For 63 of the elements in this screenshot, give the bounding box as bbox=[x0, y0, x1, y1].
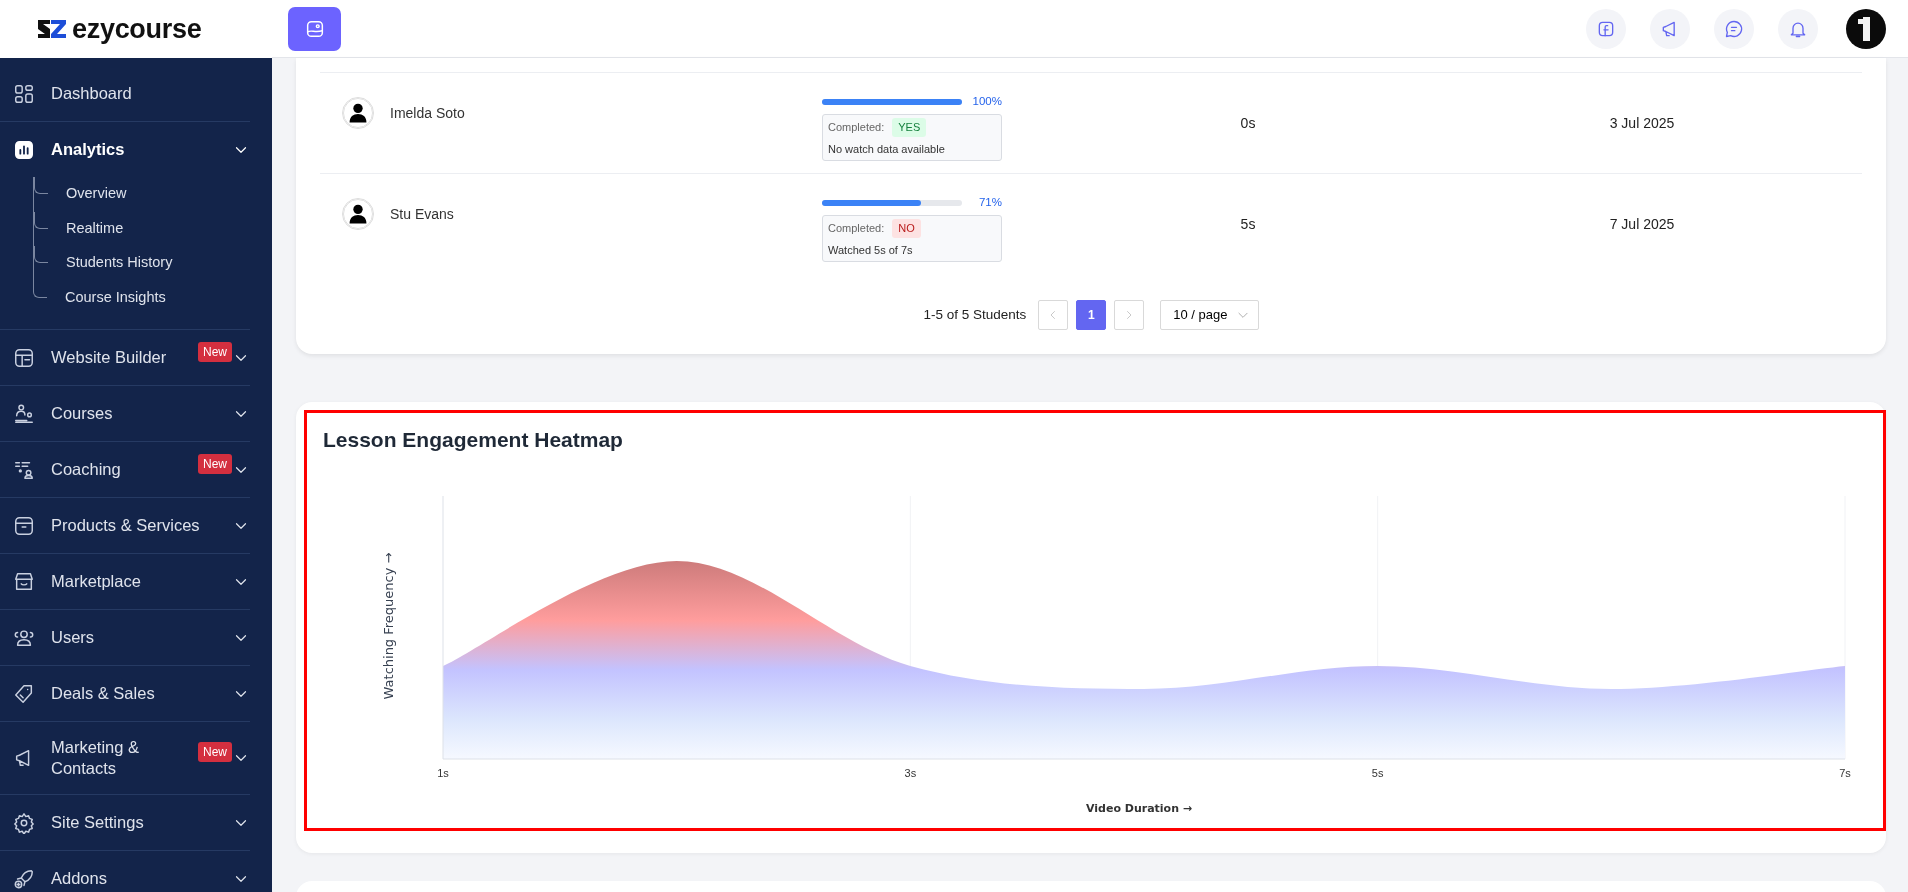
progress-percent: 100% bbox=[972, 94, 1002, 109]
sidebar-item[interactable]: Deals & Sales bbox=[13, 666, 250, 721]
submenu-item[interactable]: Students History bbox=[33, 246, 250, 281]
gear-icon bbox=[13, 811, 35, 834]
logo-icon bbox=[36, 18, 68, 40]
new-badge: New bbox=[198, 453, 232, 474]
page-button[interactable]: 1 bbox=[1076, 300, 1107, 330]
watch-time: 5s bbox=[1240, 216, 1256, 232]
tag-icon bbox=[13, 682, 35, 705]
store-icon bbox=[13, 570, 35, 593]
sidebar-item[interactable]: Dashboard bbox=[13, 66, 250, 121]
image-button[interactable] bbox=[288, 6, 341, 51]
axis-title: Watching Frequency → bbox=[381, 552, 396, 700]
sidebar-item[interactable]: Marketing & Contacts New bbox=[13, 722, 250, 794]
announcement-button[interactable] bbox=[1650, 8, 1690, 49]
grid-icon bbox=[13, 82, 35, 105]
sidebar-item[interactable]: Coaching New bbox=[13, 442, 250, 497]
sidebar-item[interactable]: Users bbox=[13, 610, 250, 665]
facebook-button[interactable] bbox=[1586, 8, 1626, 49]
tick-label: 5s bbox=[1371, 767, 1384, 780]
completed-label: Completed: bbox=[828, 120, 885, 136]
pagination-summary: 1-5 of 5 Students bbox=[923, 305, 1027, 324]
submenu-item[interactable]: Course Insights bbox=[33, 280, 250, 315]
sidebar-item[interactable]: Courses bbox=[13, 386, 250, 441]
enrolled-date: 3 Jul 2025 bbox=[1609, 115, 1675, 131]
person-desk-icon bbox=[13, 402, 35, 425]
chat-icon bbox=[1724, 18, 1744, 39]
watch-note: No watch data available bbox=[828, 141, 946, 157]
tick-label: 3s bbox=[904, 767, 917, 780]
axis-title: Video Duration → bbox=[1085, 802, 1193, 816]
chat-button[interactable] bbox=[1714, 8, 1754, 49]
card-title: Lesson Engagement Heatmap bbox=[323, 427, 624, 453]
layout-icon bbox=[13, 346, 35, 369]
sidebar-item[interactable]: Website Builder New bbox=[13, 330, 250, 385]
page-size-select[interactable]: 10 / page bbox=[1160, 300, 1259, 330]
new-badge: New bbox=[198, 341, 232, 362]
watch-time: 0s bbox=[1240, 115, 1256, 131]
tick-label: 7s bbox=[1839, 767, 1851, 780]
enrolled-date: 7 Jul 2025 bbox=[1609, 216, 1675, 232]
status-badge: YES bbox=[892, 118, 927, 137]
box-icon bbox=[13, 514, 35, 537]
watch-note: Watched 5s of 7s bbox=[828, 242, 914, 258]
sidebar-item[interactable]: Analytics bbox=[13, 122, 250, 177]
status-badge: NO bbox=[892, 219, 921, 238]
progress-percent: 71% bbox=[978, 195, 1002, 210]
submenu-item[interactable]: Realtime bbox=[33, 211, 250, 246]
logo-text: ezycourse bbox=[72, 12, 202, 46]
avatar bbox=[342, 198, 374, 230]
avatar bbox=[342, 97, 374, 129]
sidebar-item[interactable]: Site Settings bbox=[13, 795, 250, 850]
completed-label: Completed: bbox=[828, 221, 885, 237]
sidebar-item[interactable]: Marketplace bbox=[13, 554, 250, 609]
student-name: Imelda Soto bbox=[390, 103, 465, 123]
submenu-item[interactable]: Overview bbox=[33, 177, 250, 212]
bar-chart-icon bbox=[13, 138, 35, 161]
new-badge: New bbox=[198, 742, 232, 762]
sidebar-item[interactable]: Products & Services bbox=[13, 498, 250, 553]
student-name: Stu Evans bbox=[390, 204, 454, 224]
rocket-icon bbox=[13, 867, 35, 890]
tick-label: 1s bbox=[437, 767, 449, 780]
sidebar-item[interactable]: Addons bbox=[13, 851, 250, 892]
avatar[interactable] bbox=[1846, 8, 1886, 49]
notification-button[interactable] bbox=[1778, 8, 1818, 49]
